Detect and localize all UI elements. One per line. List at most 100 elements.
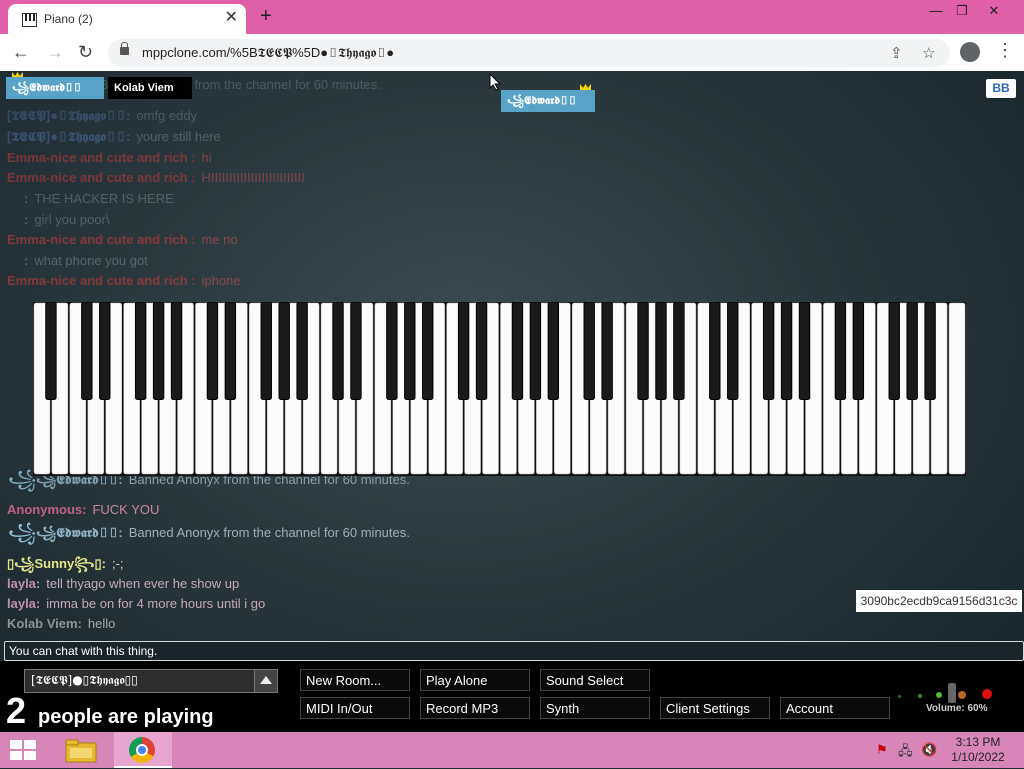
chat-input[interactable] (5, 642, 1023, 660)
user-id-tag: 3090bc2ecdb9ca9156d31c3c (856, 590, 1022, 612)
black-key[interactable] (45, 302, 57, 400)
player-count-label: people are playing (38, 706, 214, 728)
back-icon[interactable]: ← (12, 42, 30, 62)
black-key[interactable] (888, 302, 900, 400)
black-key[interactable] (673, 302, 685, 400)
chat-author: ▯꧁Sunny꧂▯: (7, 556, 106, 571)
participant-tag-edward-cursor[interactable]: ꧁𝕰𝖉𝖜𝖆𝖗𝖉▯▯ (501, 90, 595, 112)
address-bar[interactable]: mppclone.com/%5B𝕿𝕰𝕮𝕻%5D●▯𝕿𝖍𝖞𝖆𝖌𝖔▯● ⇪ ☆ (108, 39, 950, 67)
tab-close-icon[interactable]: ✕ (225, 9, 238, 27)
black-key[interactable] (637, 302, 649, 400)
system-clock[interactable]: 3:13 PM 1/10/2022 (948, 735, 1008, 765)
piano-keys-svg[interactable] (33, 302, 966, 476)
chat-message: Kolab Viem: hello (7, 616, 115, 632)
black-key[interactable] (332, 302, 344, 400)
chat-author: : (24, 253, 29, 268)
black-key[interactable] (170, 302, 183, 400)
share-icon[interactable]: ⇪ (890, 44, 903, 62)
browser-menu-icon[interactable]: ⋮ (996, 40, 1014, 61)
file-explorer-icon[interactable] (64, 738, 98, 764)
black-key[interactable] (134, 302, 147, 400)
bottom-controls: [𝕿𝕰𝕮𝕻]●▯𝕿𝖍𝖞𝖆𝖌𝖔▯▯ 2 people are playing Ne… (0, 661, 1024, 732)
black-key[interactable] (798, 302, 811, 400)
client-settings-button[interactable]: Client Settings (660, 697, 770, 719)
black-key[interactable] (583, 302, 595, 400)
chat-input-box[interactable] (4, 641, 1024, 661)
black-key[interactable] (296, 302, 308, 400)
volume-control[interactable]: Volume: 60% (896, 669, 1006, 724)
black-key[interactable] (81, 302, 93, 400)
black-key[interactable] (906, 302, 918, 400)
black-key[interactable] (924, 302, 936, 400)
sound-select-button[interactable]: Sound Select (540, 669, 650, 691)
black-key[interactable] (709, 302, 721, 400)
black-key[interactable] (457, 302, 470, 400)
chat-message: layla: tell thyago when ever he show up (7, 576, 239, 592)
black-key[interactable] (655, 302, 667, 400)
browser-tab[interactable]: Piano (2) ✕ (8, 4, 246, 34)
window-close-icon[interactable]: ✕ (980, 2, 1008, 20)
black-key[interactable] (99, 302, 111, 400)
reload-icon[interactable]: ↻ (78, 42, 93, 62)
browser-toolbar: ← → ↻ mppclone.com/%5B𝕿𝕰𝕮𝕻%5D●▯𝕿𝖍𝖞𝖆𝖌𝖔▯● … (0, 34, 1024, 72)
black-key[interactable] (834, 302, 847, 400)
new-room-button[interactable]: New Room... (300, 669, 410, 691)
chat-author: [𝕿𝕰𝕮𝕻]●▯𝕿𝖍𝖞𝖆𝖌𝖔▯▯: (7, 108, 131, 123)
volume-led (898, 695, 901, 698)
black-key[interactable] (852, 302, 865, 400)
chat-message: Emma-nice and cute and rich : HIIIIIIIIII… (7, 170, 305, 186)
black-key[interactable] (475, 302, 488, 400)
black-key[interactable] (601, 302, 613, 400)
participant-tag-self[interactable]: Kolab Viem (108, 77, 192, 99)
midi-button[interactable]: MIDI In/Out (300, 697, 410, 719)
bb-button[interactable]: BB (986, 79, 1016, 98)
user-emblem-icon: ꧁ (8, 522, 37, 542)
volume-muted-icon[interactable]: 🔇 (921, 742, 937, 758)
black-key[interactable] (278, 302, 290, 400)
windows-taskbar: ⚑ 🖧 🔇 3:13 PM 1/10/2022 (0, 732, 1024, 768)
volume-knob[interactable] (948, 683, 956, 703)
restore-icon[interactable]: ❐ (948, 2, 976, 20)
black-key[interactable] (260, 302, 272, 400)
participant-tag-edward[interactable]: ꧁𝕰𝖉𝖜𝖆𝖗𝖉▯▯ (6, 77, 104, 99)
chat-message: [𝕿𝕰𝕮𝕻]●▯𝕿𝖍𝖞𝖆𝖌𝖔▯▯: omfg eddy (7, 108, 197, 124)
play-alone-button[interactable]: Play Alone (420, 669, 530, 691)
account-button[interactable]: Account (780, 697, 890, 719)
record-mp3-button[interactable]: Record MP3 (420, 697, 530, 719)
bookmark-star-icon[interactable]: ☆ (922, 44, 935, 62)
chrome-taskbar-button[interactable] (114, 732, 172, 768)
network-icon[interactable]: 🖧 (898, 742, 913, 764)
black-key[interactable] (386, 302, 398, 400)
white-key[interactable] (948, 302, 966, 475)
black-key[interactable] (529, 302, 542, 400)
black-key[interactable] (511, 302, 524, 400)
action-center-flag-icon[interactable]: ⚑ (876, 742, 888, 758)
black-key[interactable] (206, 302, 219, 400)
profile-avatar-icon[interactable] (960, 42, 980, 62)
chrome-icon (129, 737, 155, 763)
black-key[interactable] (404, 302, 416, 400)
room-expand-arrow-icon[interactable] (254, 670, 277, 692)
synth-button[interactable]: Synth (540, 697, 650, 719)
volume-label: Volume: 60% (926, 703, 988, 714)
minimize-icon[interactable]: — (922, 2, 950, 20)
black-key[interactable] (780, 302, 793, 400)
black-key[interactable] (350, 302, 362, 400)
chat-text: omfg eddy (136, 108, 198, 123)
chat-message: [𝕿𝕰𝕮𝕻]●▯𝕿𝖍𝖞𝖆𝖌𝖔▯▯: youre still here (7, 129, 221, 145)
black-key[interactable] (547, 302, 560, 400)
new-tab-button[interactable]: + (260, 5, 272, 27)
black-key[interactable] (152, 302, 165, 400)
url-text[interactable]: mppclone.com/%5B𝕿𝕰𝕮𝕻%5D●▯𝕿𝖍𝖞𝖆𝖌𝖔▯● (142, 45, 394, 61)
black-key[interactable] (422, 302, 434, 400)
forward-icon[interactable]: → (46, 42, 64, 62)
browser-tab-strip: Piano (2) ✕ + — ❐ ✕ (0, 0, 1024, 34)
room-selector[interactable]: [𝕿𝕰𝕮𝕻]●▯𝕿𝖍𝖞𝖆𝖌𝖔▯▯ (24, 669, 278, 693)
black-key[interactable] (224, 302, 237, 400)
windows-start-icon[interactable] (10, 740, 38, 760)
piano-keyboard[interactable] (33, 302, 966, 476)
black-key[interactable] (762, 302, 775, 400)
black-key[interactable] (727, 302, 739, 400)
chat-text: HIIIIIIIIIIIIIIIIIIIIIIIIII (201, 170, 305, 185)
chat-author: Anonymous: (7, 502, 87, 517)
